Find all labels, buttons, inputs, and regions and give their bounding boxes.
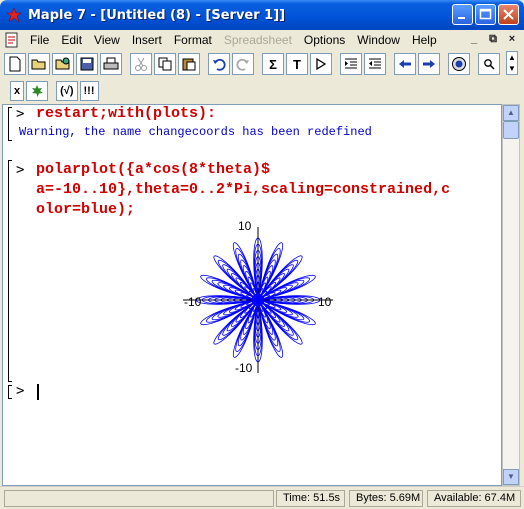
input-command[interactable]: polarplot({a*cos(8*theta)$ <box>36 161 270 178</box>
input-command[interactable]: olor=blue); <box>36 201 135 218</box>
doc-restore-icon[interactable]: ⧉ <box>485 32 501 46</box>
command-prompt: > <box>16 162 25 178</box>
paste-button[interactable] <box>178 53 200 75</box>
command-prompt: > <box>16 106 25 122</box>
doc-minimize-icon[interactable]: _ <box>466 32 482 46</box>
minimize-button[interactable] <box>452 4 473 25</box>
stop-button[interactable] <box>448 53 470 75</box>
execution-group-bracket[interactable] <box>8 160 12 382</box>
execute-all-button[interactable]: !!! <box>79 81 99 101</box>
input-command[interactable]: a=-10..10},theta=0..2*Pi,scaling=constra… <box>36 181 450 198</box>
command-prompt: > <box>16 383 25 399</box>
menu-view[interactable]: View <box>88 31 126 49</box>
y-tick-label: -10 <box>235 361 253 375</box>
toolbar-scroll-arrows[interactable]: ▲ ▼ <box>506 51 518 75</box>
menu-spreadsheet[interactable]: Spreadsheet <box>218 31 298 49</box>
menu-file[interactable]: File <box>24 31 55 49</box>
open-url-button[interactable] <box>52 53 74 75</box>
scroll-up-icon[interactable]: ▲ <box>503 105 519 121</box>
polar-plot[interactable]: 10 -10 10 -10 <box>178 219 338 375</box>
open-file-button[interactable] <box>28 53 50 75</box>
menu-edit[interactable]: Edit <box>55 31 88 49</box>
back-arrow-button[interactable] <box>394 53 416 75</box>
sum-button[interactable]: Σ <box>262 53 284 75</box>
forward-arrow-button[interactable] <box>418 53 440 75</box>
outdent-button[interactable] <box>364 53 386 75</box>
print-button[interactable] <box>100 53 122 75</box>
zoom-button[interactable] <box>478 53 500 75</box>
polar-plot-svg <box>183 227 333 373</box>
x-tick-label: -10 <box>184 295 202 309</box>
text-cursor <box>37 384 39 400</box>
text-mode-button[interactable]: T <box>286 53 308 75</box>
check-syntax-button[interactable]: (√) <box>56 81 78 101</box>
x-toggle-button[interactable]: x <box>10 81 25 101</box>
save-button[interactable] <box>76 53 98 75</box>
undo-button[interactable] <box>208 53 230 75</box>
menu-window[interactable]: Window <box>351 31 406 49</box>
vertical-scrollbar[interactable]: ▲ ▼ <box>502 104 520 486</box>
menu-insert[interactable]: Insert <box>126 31 168 49</box>
y-tick-label: 10 <box>238 219 252 233</box>
copy-button[interactable] <box>154 53 176 75</box>
doc-close-icon[interactable]: × <box>504 32 520 46</box>
document-icon[interactable] <box>4 32 20 48</box>
close-button[interactable] <box>498 4 519 25</box>
maple-app-icon[interactable] <box>6 7 22 23</box>
warning-output: Warning, the name changecoords has been … <box>19 125 372 139</box>
redo-button[interactable] <box>232 53 254 75</box>
worksheet-area[interactable]: > restart;with(plots): Warning, the name… <box>2 104 502 486</box>
indent-button[interactable] <box>340 53 362 75</box>
status-bar: Time: 51.5s Bytes: 5.69M Available: 67.4… <box>0 486 524 509</box>
maximize-button[interactable] <box>475 4 496 25</box>
scroll-down-icon[interactable]: ▼ <box>503 469 519 485</box>
scroll-thumb[interactable] <box>503 121 519 139</box>
input-command[interactable]: restart;with(plots): <box>36 105 216 122</box>
status-available: Available: 67.4M <box>427 490 521 507</box>
window-title: Maple 7 - [Untitled (8) - [Server 1]] <box>28 7 286 23</box>
new-file-button[interactable] <box>4 53 26 75</box>
menu-help[interactable]: Help <box>406 31 443 49</box>
status-bytes: Bytes: 5.69M <box>349 490 423 507</box>
execution-group-bracket[interactable] <box>8 107 12 141</box>
context-toolbar: x (√) !!! <box>10 80 101 102</box>
menu-options[interactable]: Options <box>298 31 351 49</box>
maple-leaf-button[interactable] <box>26 81 49 101</box>
execution-group-bracket[interactable] <box>8 385 12 399</box>
status-time: Time: 51.5s <box>276 490 345 507</box>
x-tick-label: 10 <box>318 295 332 309</box>
menu-format[interactable]: Format <box>168 31 218 49</box>
cut-button[interactable] <box>130 53 152 75</box>
execute-group-button[interactable] <box>310 53 332 75</box>
status-message-area <box>4 490 274 507</box>
main-toolbar: Σ T <box>4 51 502 77</box>
title-bar: Maple 7 - [Untitled (8) - [Server 1]] <box>0 0 524 30</box>
menu-bar: File Edit View Insert Format Spreadsheet… <box>0 30 524 50</box>
